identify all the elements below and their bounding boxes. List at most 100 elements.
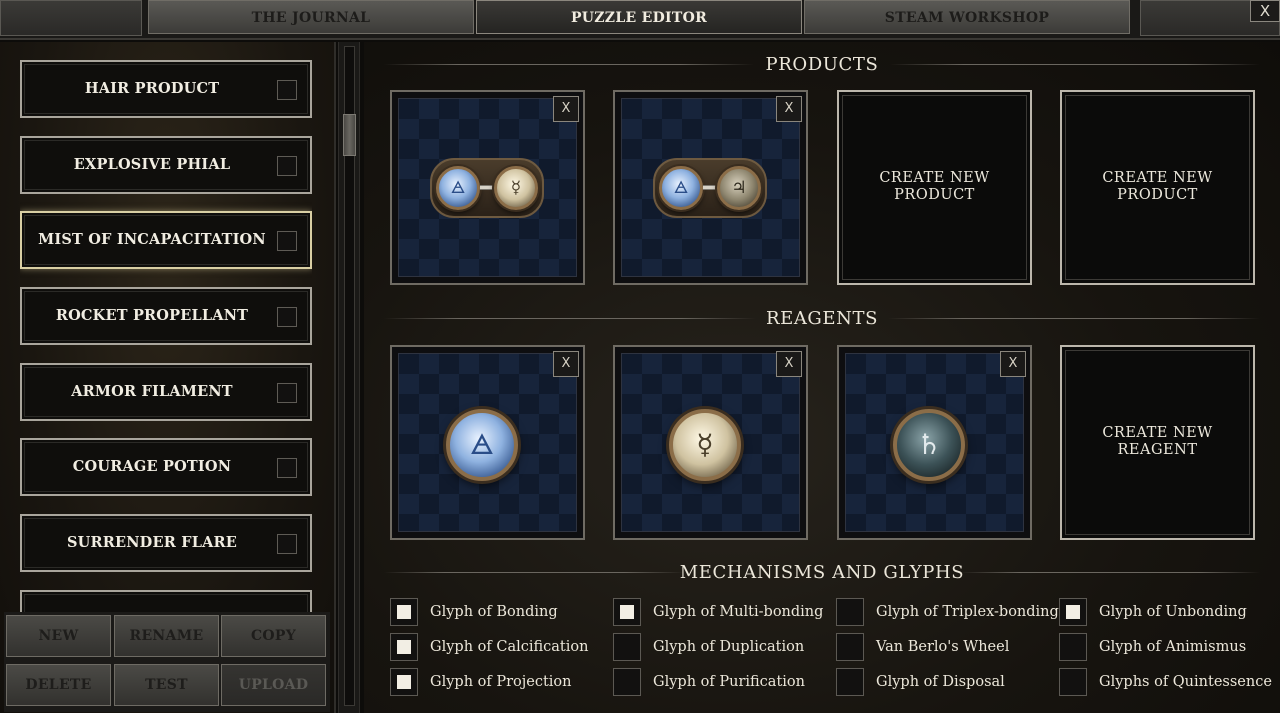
new-button[interactable]: NEW bbox=[6, 615, 111, 657]
puzzle-item-checkbox[interactable] bbox=[277, 80, 297, 100]
puzzle-item-checkbox[interactable] bbox=[277, 156, 297, 176]
test-button[interactable]: TEST bbox=[114, 664, 219, 706]
glyph-label: Van Berlo's Wheel bbox=[876, 639, 1010, 655]
reagent-card-quicksilver[interactable]: ☿ X bbox=[613, 345, 808, 540]
glyph-checkbox[interactable] bbox=[836, 668, 864, 696]
reagent-card-lead[interactable]: ♄ X bbox=[837, 345, 1032, 540]
top-tab-bar: THE JOURNAL PUZZLE EDITOR STEAM WORKSHOP… bbox=[0, 0, 1280, 40]
glyph-option-glyph-of-projection[interactable]: Glyph of Projection bbox=[390, 668, 610, 696]
mechanisms-title: MECHANISMS AND GLYPHS bbox=[679, 562, 965, 583]
air-atom-icon: 🜁 bbox=[659, 166, 703, 210]
remove-product-button[interactable]: X bbox=[776, 96, 802, 122]
puzzle-item-checkbox[interactable] bbox=[277, 458, 297, 478]
create-product-label: CREATE NEW PRODUCT bbox=[1102, 170, 1213, 203]
glyph-label: Glyph of Animismus bbox=[1099, 639, 1247, 655]
glyph-label: Glyph of Duplication bbox=[653, 639, 805, 655]
create-reagent-label: CREATE NEW REAGENT bbox=[1102, 425, 1213, 458]
glyph-option-glyph-of-bonding[interactable]: Glyph of Bonding bbox=[390, 598, 610, 626]
puzzle-item-label: COURAGE POTION bbox=[72, 458, 232, 475]
puzzle-item-courage-potion[interactable]: COURAGE POTION bbox=[20, 438, 312, 496]
puzzle-item-label: HAIR PRODUCT bbox=[84, 80, 220, 97]
mechanisms-section-header: MECHANISMS AND GLYPHS bbox=[384, 560, 1260, 586]
puzzle-item-mist-of-incapacitation[interactable]: MIST OF INCAPACITATION bbox=[20, 211, 312, 269]
glyph-label: Glyph of Purification bbox=[653, 674, 805, 690]
bond-icon bbox=[703, 185, 717, 190]
close-button[interactable]: X bbox=[1250, 0, 1280, 22]
glyph-label: Glyph of Projection bbox=[430, 674, 572, 690]
reagents-title: REAGENTS bbox=[765, 308, 879, 329]
remove-reagent-button[interactable]: X bbox=[776, 351, 802, 377]
products-title: PRODUCTS bbox=[765, 54, 879, 75]
create-new-reagent-button[interactable]: CREATE NEW REAGENT bbox=[1060, 345, 1255, 540]
glyph-label: Glyph of Bonding bbox=[430, 604, 558, 620]
puzzle-item-hair-product[interactable]: HAIR PRODUCT bbox=[20, 60, 312, 118]
upload-button: UPLOAD bbox=[221, 664, 326, 706]
puzzle-action-buttons: NEW RENAME COPY DELETE TEST UPLOAD bbox=[4, 612, 330, 712]
glyph-option-glyph-of-purification[interactable]: Glyph of Purification bbox=[613, 668, 833, 696]
reagent-card-air[interactable]: 🜁 X bbox=[390, 345, 585, 540]
delete-button[interactable]: DELETE bbox=[6, 664, 111, 706]
product-card-2[interactable]: 🜁 ♃ X bbox=[613, 90, 808, 285]
puzzle-item-checkbox[interactable] bbox=[277, 383, 297, 403]
divider-line bbox=[384, 318, 756, 319]
glyph-option-glyph-of-multi-bonding[interactable]: Glyph of Multi-bonding bbox=[613, 598, 833, 626]
puzzle-item-rocket-propellant[interactable]: ROCKET PROPELLANT bbox=[20, 287, 312, 345]
glyph-option-glyphs-of-quintessence[interactable]: Glyphs of Quintessence bbox=[1059, 668, 1279, 696]
glyph-checkbox[interactable] bbox=[390, 668, 418, 696]
glyph-checkbox[interactable] bbox=[1059, 598, 1087, 626]
products-section-header: PRODUCTS bbox=[384, 52, 1260, 78]
glyph-checkbox[interactable] bbox=[836, 598, 864, 626]
rename-button[interactable]: RENAME bbox=[114, 615, 219, 657]
glyph-checkbox[interactable] bbox=[613, 633, 641, 661]
puzzle-item-armor-filament[interactable]: ARMOR FILAMENT bbox=[20, 363, 312, 421]
puzzle-item-surrender-flare[interactable]: SURRENDER FLARE bbox=[20, 514, 312, 572]
glyph-option-glyph-of-animismus[interactable]: Glyph of Animismus bbox=[1059, 633, 1279, 661]
remove-reagent-button[interactable]: X bbox=[553, 351, 579, 377]
lead-atom-icon: ♄ bbox=[893, 409, 965, 481]
glyph-checkbox[interactable] bbox=[1059, 633, 1087, 661]
puzzle-item-explosive-phial[interactable]: EXPLOSIVE PHIAL bbox=[20, 136, 312, 194]
tab-steam-workshop[interactable]: STEAM WORKSHOP bbox=[804, 0, 1130, 34]
puzzle-item-label: ROCKET PROPELLANT bbox=[55, 307, 249, 324]
puzzle-list-scrollbar[interactable] bbox=[338, 42, 360, 713]
puzzle-item-label: ARMOR FILAMENT bbox=[71, 383, 233, 400]
divider-line bbox=[888, 318, 1260, 319]
glyph-option-glyph-of-disposal[interactable]: Glyph of Disposal bbox=[836, 668, 1056, 696]
glyph-checkbox[interactable] bbox=[390, 598, 418, 626]
glyph-checkbox[interactable] bbox=[390, 633, 418, 661]
tab-puzzle-editor[interactable]: PUZZLE EDITOR bbox=[476, 0, 802, 34]
puzzle-item-label: MIST OF INCAPACITATION bbox=[38, 231, 266, 248]
puzzle-item-checkbox[interactable] bbox=[277, 231, 297, 251]
puzzle-list-panel: HAIR PRODUCT EXPLOSIVE PHIAL MIST OF INC… bbox=[0, 42, 336, 713]
glyph-option-glyph-of-duplication[interactable]: Glyph of Duplication bbox=[613, 633, 833, 661]
reagents-section-header: REAGENTS bbox=[384, 306, 1260, 332]
copy-button[interactable]: COPY bbox=[221, 615, 326, 657]
glyph-checkbox[interactable] bbox=[613, 668, 641, 696]
divider-line bbox=[384, 572, 684, 573]
tin-atom-icon: ♃ bbox=[717, 166, 761, 210]
puzzle-item-checkbox[interactable] bbox=[277, 307, 297, 327]
tab-the-journal[interactable]: THE JOURNAL bbox=[148, 0, 474, 34]
glyph-option-glyph-of-calcification[interactable]: Glyph of Calcification bbox=[390, 633, 610, 661]
remove-product-button[interactable]: X bbox=[553, 96, 579, 122]
divider-line bbox=[890, 64, 1260, 65]
divider-line bbox=[960, 572, 1260, 573]
create-product-label: CREATE NEW PRODUCT bbox=[879, 170, 990, 203]
glyph-option-van-berlo-s-wheel[interactable]: Van Berlo's Wheel bbox=[836, 633, 1056, 661]
puzzle-item-label: EXPLOSIVE PHIAL bbox=[73, 156, 231, 173]
glyph-checkbox[interactable] bbox=[836, 633, 864, 661]
glyph-checkbox[interactable] bbox=[1059, 668, 1087, 696]
create-new-product-button[interactable]: CREATE NEW PRODUCT bbox=[1060, 90, 1255, 285]
glyph-option-glyph-of-unbonding[interactable]: Glyph of Unbonding bbox=[1059, 598, 1279, 626]
glyph-label: Glyph of Triplex-bonding bbox=[876, 604, 1059, 620]
puzzle-item-label: SURRENDER FLARE bbox=[66, 534, 238, 551]
create-new-product-button[interactable]: CREATE NEW PRODUCT bbox=[837, 90, 1032, 285]
glyph-checkbox[interactable] bbox=[613, 598, 641, 626]
remove-reagent-button[interactable]: X bbox=[1000, 351, 1026, 377]
scroll-thumb[interactable] bbox=[343, 114, 356, 156]
puzzle-item-checkbox[interactable] bbox=[277, 534, 297, 554]
quicksilver-atom-icon: ☿ bbox=[669, 409, 741, 481]
glyph-option-glyph-of-triplex-bonding[interactable]: Glyph of Triplex-bonding bbox=[836, 598, 1059, 626]
product-card-1[interactable]: 🜁 ☿ X bbox=[390, 90, 585, 285]
air-atom-icon: 🜁 bbox=[446, 409, 518, 481]
